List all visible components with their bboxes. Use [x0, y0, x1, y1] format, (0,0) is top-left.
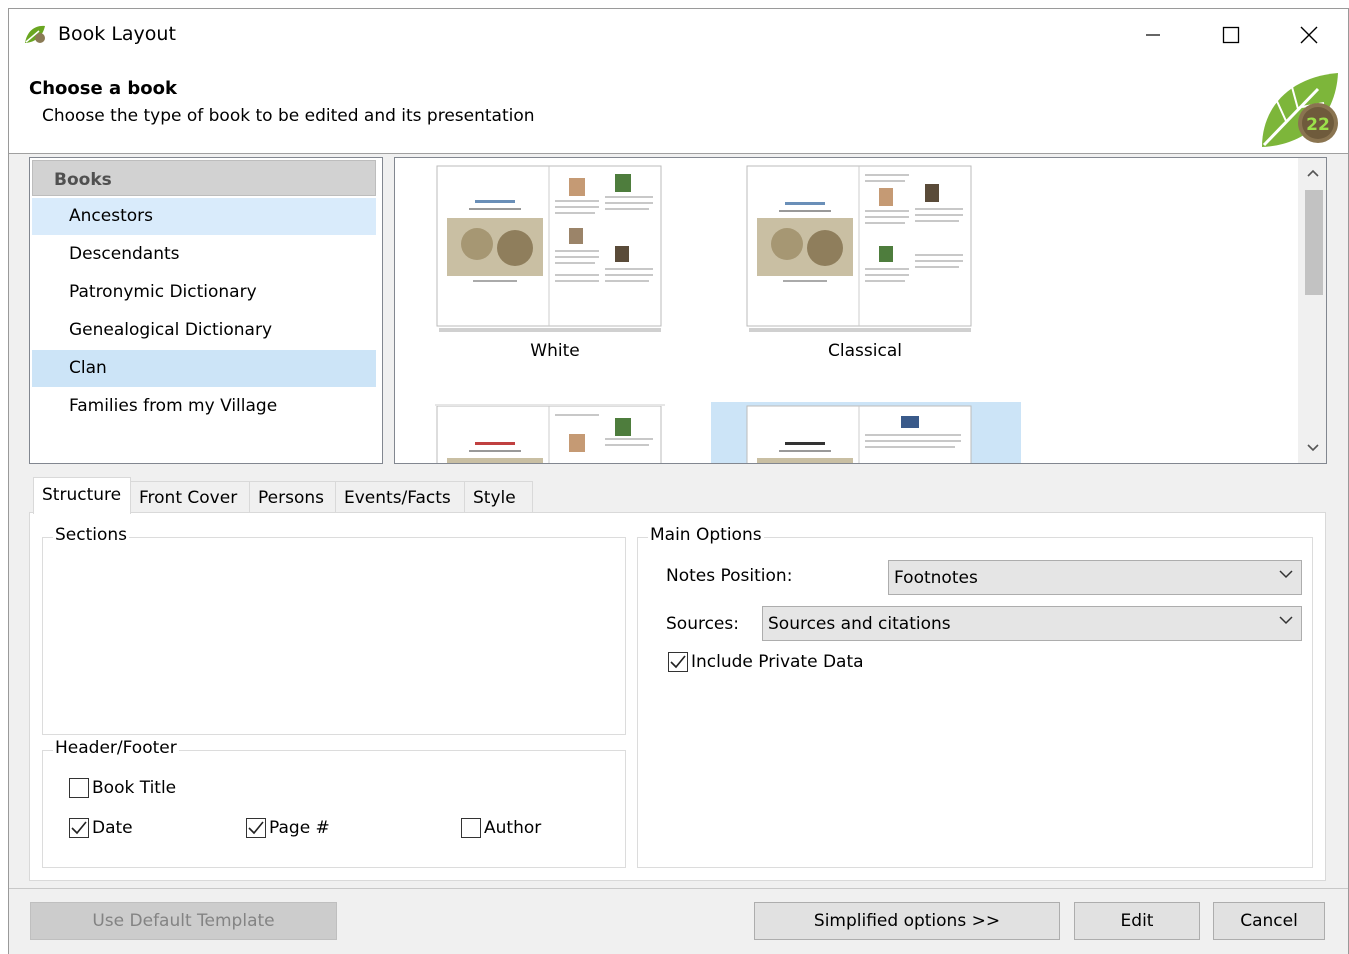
book-style-gallery[interactable]: White Classical — [394, 157, 1327, 464]
tab-structure[interactable]: Structure — [33, 477, 131, 514]
checkmark-icon — [248, 821, 264, 835]
tab-style[interactable]: Style — [464, 481, 533, 512]
gallery-scrollbar[interactable] — [1298, 158, 1326, 463]
books-list-header: Books — [32, 160, 376, 196]
chevron-down-icon — [1279, 616, 1293, 625]
footer-separator — [9, 888, 1348, 889]
scroll-down-button[interactable] — [1299, 435, 1326, 461]
scroll-up-button[interactable] — [1299, 160, 1326, 186]
style-thumbnail-fourth — [746, 405, 972, 463]
app-leaf-icon — [25, 25, 45, 43]
app-logo-icon: 22 — [1262, 73, 1338, 147]
chevron-down-icon — [1279, 570, 1293, 579]
header-title: Choose a book — [29, 78, 177, 99]
style-thumbnail-selected-bg[interactable] — [711, 402, 1021, 463]
style-label-classical: Classical — [828, 341, 902, 361]
book-item-genealogical-dictionary[interactable]: Genealogical Dictionary — [32, 312, 376, 349]
checkmark-icon — [71, 821, 87, 835]
header-subtitle: Choose the type of book to be edited and… — [42, 106, 535, 126]
header-footer-label: Header/Footer — [53, 738, 179, 758]
title-bar: Book Layout — [9, 9, 1348, 61]
book-item-clan[interactable]: Clan — [32, 350, 376, 387]
include-private-data-checkbox-box[interactable] — [668, 652, 688, 672]
main-options-group: Main Options Notes Position: Footnotes S… — [637, 525, 1313, 868]
tab-front-cover[interactable]: Front Cover — [130, 481, 250, 512]
minimize-icon — [1146, 34, 1160, 36]
minimize-button[interactable] — [1133, 19, 1173, 51]
svg-text:22: 22 — [1306, 115, 1330, 135]
close-button[interactable] — [1289, 19, 1329, 51]
notes-position-label: Notes Position: — [666, 566, 793, 586]
header-footer-group: Header/Footer Book Title Date Page # Aut… — [42, 738, 626, 868]
maximize-icon — [1222, 26, 1240, 44]
cancel-button[interactable]: Cancel — [1213, 902, 1325, 940]
structure-tab-panel: Sections Header/Footer Book Title Date P… — [29, 512, 1326, 881]
maximize-button[interactable] — [1211, 19, 1251, 51]
book-item-patronymic-dictionary[interactable]: Patronymic Dictionary — [32, 274, 376, 311]
style-label-white: White — [530, 341, 580, 361]
book-title-checkbox-box[interactable] — [69, 778, 89, 798]
style-thumbnail-classical[interactable] — [745, 164, 975, 334]
checkmark-icon — [670, 655, 686, 669]
book-title-checkbox[interactable]: Book Title — [69, 778, 176, 798]
wizard-header: Choose a book Choose the type of book to… — [9, 61, 1348, 154]
tab-events-facts[interactable]: Events/Facts — [335, 481, 465, 512]
book-item-ancestors[interactable]: Ancestors — [32, 198, 376, 235]
main-options-label: Main Options — [648, 525, 764, 545]
close-icon — [1300, 26, 1318, 44]
sources-select[interactable]: Sources and citations — [762, 606, 1302, 641]
book-layout-window: Book Layout Choose a book Choose the typ… — [8, 8, 1349, 954]
sections-group: Sections — [42, 525, 626, 735]
book-item-families-from-my-village[interactable]: Families from my Village — [32, 388, 376, 425]
date-checkbox-box[interactable] — [69, 818, 89, 838]
page-number-checkbox-box[interactable] — [246, 818, 266, 838]
notes-position-select[interactable]: Footnotes — [888, 560, 1302, 595]
style-thumbnail-white[interactable] — [435, 164, 665, 334]
books-list[interactable]: Books Ancestors Descendants Patronymic D… — [29, 157, 383, 464]
book-item-descendants[interactable]: Descendants — [32, 236, 376, 273]
author-checkbox-box[interactable] — [461, 818, 481, 838]
style-thumbnail-third[interactable] — [435, 404, 665, 464]
chevron-up-icon — [1307, 169, 1319, 177]
tab-persons[interactable]: Persons — [249, 481, 336, 512]
edit-button[interactable]: Edit — [1074, 902, 1200, 940]
scroll-thumb[interactable] — [1305, 190, 1323, 295]
chevron-down-icon — [1307, 444, 1319, 452]
date-checkbox[interactable]: Date — [69, 818, 133, 838]
sections-label: Sections — [53, 525, 130, 545]
sources-label: Sources: — [666, 614, 739, 634]
author-checkbox[interactable]: Author — [461, 818, 541, 838]
page-number-checkbox[interactable]: Page # — [246, 818, 330, 838]
window-title: Book Layout — [58, 23, 176, 45]
include-private-data-checkbox[interactable]: Include Private Data — [668, 652, 864, 672]
simplified-options-button[interactable]: Simplified options >> — [754, 902, 1060, 940]
use-default-template-button[interactable]: Use Default Template — [30, 902, 337, 940]
